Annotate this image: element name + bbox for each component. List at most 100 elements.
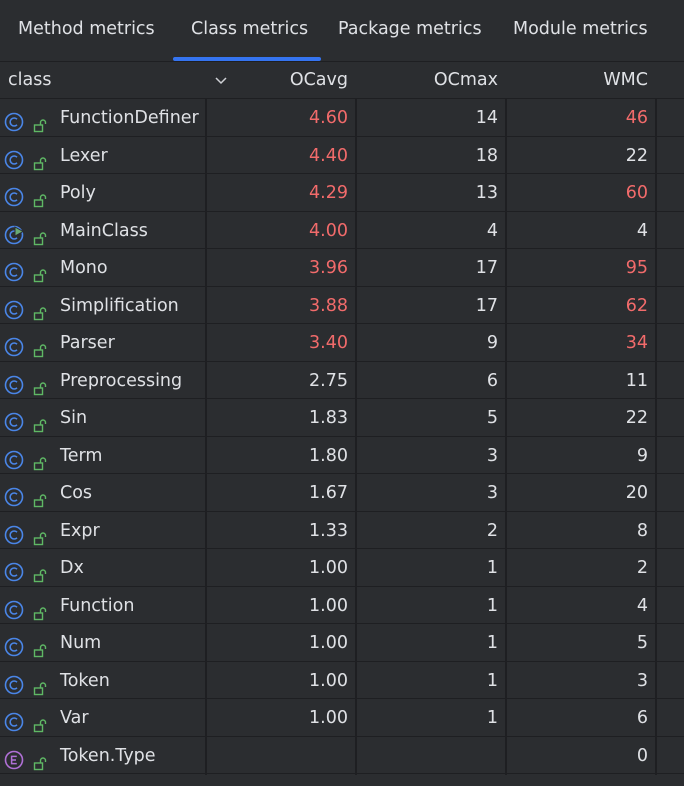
table-row[interactable]: MainClass4.0044 [0, 212, 684, 250]
ocavg-value: 3.96 [309, 249, 348, 285]
ocavg-value: 1.00 [309, 624, 348, 660]
column-divider [355, 99, 357, 775]
ocmax-value: 3 [487, 474, 498, 510]
wmc-value: 22 [626, 137, 648, 173]
table-row[interactable]: Preprocessing2.75611 [0, 362, 684, 400]
public-access-icon [32, 560, 48, 576]
table-row[interactable]: Sin1.83522 [0, 399, 684, 437]
column-header-wmc[interactable]: WMC [603, 62, 648, 99]
public-access-icon [32, 185, 48, 201]
public-access-icon [32, 523, 48, 539]
wmc-value: 4 [637, 212, 648, 248]
ocmax-value: 14 [476, 99, 498, 135]
wmc-value: 60 [626, 174, 648, 210]
ocavg-value: 1.00 [309, 699, 348, 735]
ocmax-value: 1 [487, 624, 498, 660]
ocavg-value: 3.88 [309, 287, 348, 323]
class-name: Lexer [60, 137, 108, 173]
ocmax-value: 2 [487, 512, 498, 548]
wmc-value: 34 [626, 324, 648, 360]
wmc-value: 46 [626, 99, 648, 135]
table-row[interactable]: Parser3.40934 [0, 324, 684, 362]
public-access-icon [32, 485, 48, 501]
ocmax-value: 9 [487, 324, 498, 360]
ocmax-value: 4 [487, 212, 498, 248]
class-name: Token.Type [60, 737, 156, 773]
class-name: Token [60, 662, 110, 698]
class-name: Expr [60, 512, 100, 548]
wmc-value: 95 [626, 249, 648, 285]
table-row[interactable]: Var1.0016 [0, 699, 684, 737]
column-header-class[interactable]: class [8, 62, 51, 99]
ocmax-value: 1 [487, 587, 498, 623]
table-row[interactable]: Num1.0015 [0, 624, 684, 662]
public-access-icon [32, 223, 48, 239]
tab-package-metrics[interactable]: Package metrics [338, 0, 482, 61]
ocmax-value: 1 [487, 699, 498, 735]
table-row[interactable]: Token.Type 0 [0, 737, 684, 775]
table-row[interactable]: Term1.8039 [0, 437, 684, 475]
wmc-value: 3 [637, 662, 648, 698]
table-row[interactable]: Cos 1.67 3 20 [0, 474, 684, 512]
class-icon [4, 408, 24, 428]
ocmax-value: 17 [476, 287, 498, 323]
chevron-down-icon[interactable] [214, 62, 230, 99]
table-row[interactable]: Token 1.00 1 3 [0, 662, 684, 700]
ocavg-value: 1.67 [309, 474, 348, 510]
public-access-icon [32, 148, 48, 164]
wmc-value: 20 [626, 474, 648, 510]
column-header-ocmax[interactable]: OCmax [434, 62, 498, 99]
table-row[interactable]: Poly4.291360 [0, 174, 684, 212]
tab-class-metrics[interactable]: Class metrics [191, 0, 308, 61]
ocavg-value: 1.83 [309, 399, 348, 435]
table-row[interactable]: Expr1.3328 [0, 512, 684, 550]
ocmax-value: 5 [487, 399, 498, 435]
table-row[interactable]: Simplification3.881762 [0, 287, 684, 325]
class-name: Mono [60, 249, 108, 285]
class-name: Preprocessing [60, 362, 182, 398]
ocavg-value: 1.33 [309, 512, 348, 548]
wmc-value: 11 [626, 362, 648, 398]
column-divider [505, 99, 507, 775]
public-access-icon [32, 710, 48, 726]
wmc-value: 0 [637, 737, 648, 773]
ocavg-value: 1.00 [309, 587, 348, 623]
class-name: Poly [60, 174, 96, 210]
table-row[interactable]: Lexer4.401822 [0, 137, 684, 175]
class-icon [4, 146, 24, 166]
class-name: Cos [60, 474, 92, 510]
ocmax-value: 13 [476, 174, 498, 210]
ocavg-value: 1.00 [309, 662, 348, 698]
ocmax-value: 6 [487, 362, 498, 398]
ocavg-value: 4.60 [309, 99, 348, 135]
table-row[interactable]: Dx1.0012 [0, 549, 684, 587]
class-icon [4, 296, 24, 316]
table-row[interactable]: Mono3.961795 [0, 249, 684, 287]
class-name: Num [60, 624, 101, 660]
class-name: MainClass [60, 212, 148, 248]
wmc-value: 4 [637, 587, 648, 623]
class-icon [4, 483, 24, 503]
ocmax-value: 1 [487, 662, 498, 698]
ocavg-value: 3.40 [309, 324, 348, 360]
wmc-value: 6 [637, 699, 648, 735]
public-access-icon [32, 373, 48, 389]
public-access-icon [32, 748, 48, 764]
class-name: Dx [60, 549, 84, 585]
class-name: Sin [60, 399, 87, 435]
table-row[interactable]: FunctionDefiner4.601446 [0, 99, 684, 137]
column-header-ocavg[interactable]: OCavg [290, 62, 348, 99]
public-access-icon [32, 598, 48, 614]
public-access-icon [32, 110, 48, 126]
tab-method-metrics[interactable]: Method metrics [18, 0, 155, 61]
metrics-table-body: FunctionDefiner4.601446Lexer4.401822Poly… [0, 99, 684, 774]
class-icon [4, 558, 24, 578]
table-row[interactable]: Function1.0014 [0, 587, 684, 625]
public-access-icon [32, 673, 48, 689]
column-divider [655, 99, 657, 775]
tab-module-metrics[interactable]: Module metrics [513, 0, 648, 61]
ocavg-value: 1.80 [309, 437, 348, 473]
public-access-icon [32, 448, 48, 464]
class-icon [4, 671, 24, 691]
class-icon [4, 708, 24, 728]
